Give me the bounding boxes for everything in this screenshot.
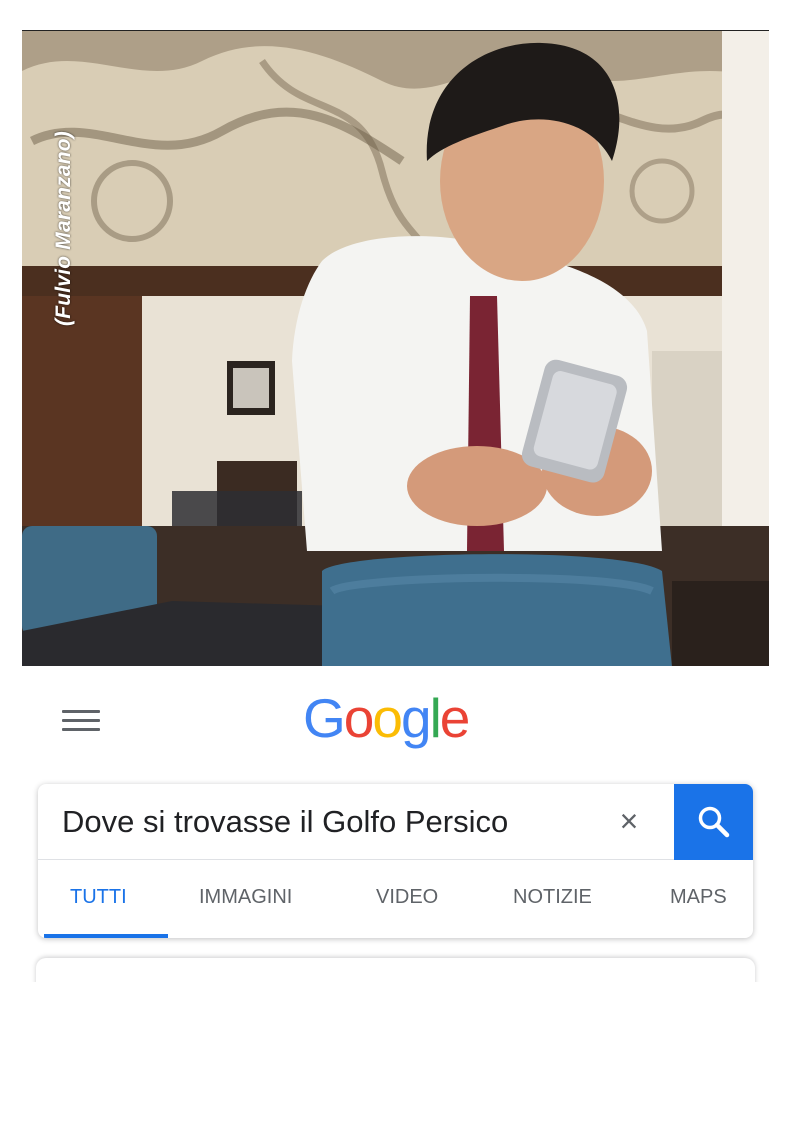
search-tabs: TUTTI IMMAGINI VIDEO NOTIZIE MAPS bbox=[38, 860, 753, 938]
tab-video[interactable]: VIDEO bbox=[376, 886, 438, 909]
close-icon[interactable]: × bbox=[614, 805, 644, 837]
tab-maps[interactable]: MAPS bbox=[670, 886, 727, 909]
google-logo[interactable]: Google bbox=[303, 686, 470, 750]
cropped-area bbox=[20, 982, 780, 1022]
search-card: Dove si trovasse il Golfo Persico × TUTT… bbox=[38, 784, 753, 938]
search-icon bbox=[698, 806, 730, 838]
page: (Fulvio Maranzano) Google Dove si trovas… bbox=[0, 0, 793, 1122]
tab-tutti[interactable]: TUTTI bbox=[70, 886, 127, 909]
news-photo: (Fulvio Maranzano) bbox=[22, 30, 769, 666]
tab-notizie[interactable]: NOTIZIE bbox=[513, 886, 592, 909]
search-box[interactable]: Dove si trovasse il Golfo Persico × bbox=[38, 784, 753, 860]
photo-illustration bbox=[22, 31, 769, 666]
active-tab-indicator bbox=[44, 934, 168, 938]
search-input[interactable]: Dove si trovasse il Golfo Persico bbox=[62, 804, 508, 840]
hamburger-menu-icon[interactable] bbox=[62, 709, 100, 733]
search-button[interactable] bbox=[674, 784, 753, 860]
photo-credit: (Fulvio Maranzano) bbox=[52, 131, 75, 326]
tab-immagini[interactable]: IMMAGINI bbox=[199, 886, 292, 909]
